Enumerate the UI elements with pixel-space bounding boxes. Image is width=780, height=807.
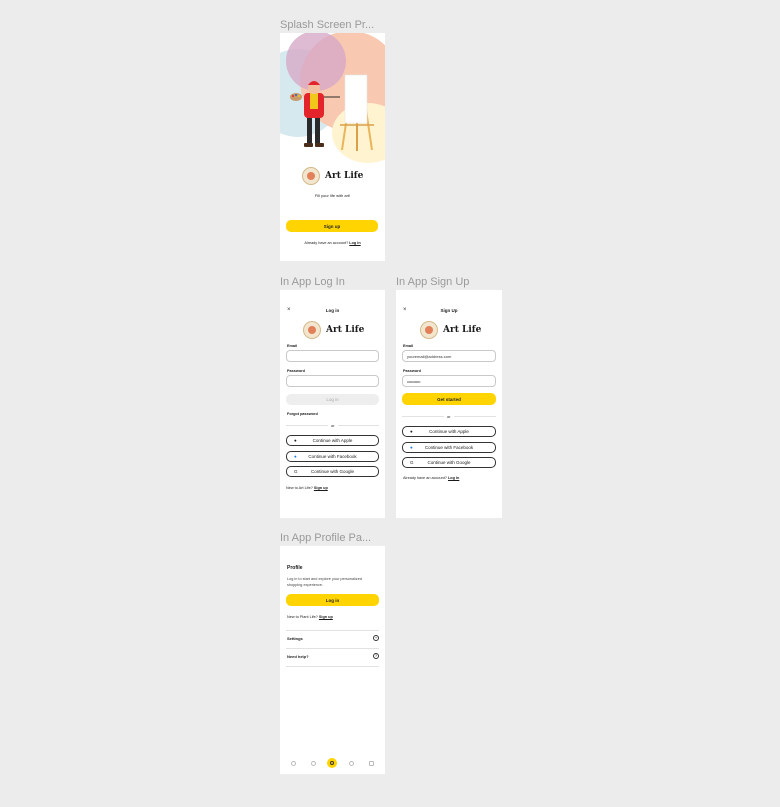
- divider: [286, 666, 379, 667]
- continue-apple-button[interactable]: ● Continue with Apple: [286, 435, 379, 446]
- apple-icon: ●: [410, 428, 413, 434]
- account-prompt: Already have an account?: [304, 241, 349, 245]
- signup-button[interactable]: Sign up: [286, 220, 378, 232]
- have-account-row: Already have an account? Log In: [403, 476, 459, 480]
- password-label: Password: [403, 369, 421, 373]
- google-icon: G: [294, 468, 298, 474]
- email-label: Email: [403, 344, 414, 348]
- continue-google-label: Continue with Google: [310, 469, 355, 474]
- signup-logo: Art Life: [420, 321, 481, 339]
- continue-facebook-button[interactable]: ● Continue with Facebook: [402, 442, 496, 453]
- logo-icon: [420, 321, 438, 339]
- have-account-prompt: Already have an account?: [403, 476, 447, 480]
- login-link[interactable]: Log In: [349, 241, 360, 245]
- tag-icon[interactable]: [349, 761, 354, 766]
- brand-name: Art Life: [325, 171, 364, 181]
- signup-link[interactable]: Sign up: [319, 615, 333, 619]
- apple-icon: ●: [294, 437, 297, 443]
- continue-facebook-label: Continue with Facebook: [308, 454, 357, 459]
- tagline: Fill your life with art!: [314, 193, 351, 198]
- profile-icon[interactable]: [327, 758, 337, 768]
- new-user-row: New to Art Life? Sign up: [286, 486, 328, 490]
- continue-facebook-label: Continue with Facebook: [424, 445, 474, 450]
- divider: [286, 648, 379, 649]
- password-field[interactable]: ••••••••••••: [402, 375, 496, 387]
- email-field[interactable]: youremail@address.com: [402, 350, 496, 362]
- settings-label: Settings: [287, 636, 303, 641]
- heart-icon[interactable]: [311, 761, 316, 766]
- login-title: Log in: [325, 308, 340, 313]
- login-logo: Art Life: [303, 321, 364, 339]
- account-prompt-row: Already have an account? Log In: [280, 241, 385, 245]
- help-icon: ?: [373, 653, 379, 659]
- new-user-row: New to Plant Life? Sign up: [287, 615, 333, 619]
- profile-title: Profile: [287, 565, 303, 571]
- email-field[interactable]: [286, 350, 379, 362]
- facebook-icon: ●: [410, 444, 413, 450]
- continue-google-button[interactable]: G Continue with Google: [402, 457, 496, 468]
- signup-title: Sign Up: [440, 308, 458, 313]
- brand-name: Art Life: [443, 325, 482, 335]
- frame-label-signup: In App Sign Up: [396, 276, 470, 288]
- signup-screen: × Sign Up Art Life Email youremail@addre…: [396, 290, 502, 518]
- brand-name: Art Life: [326, 325, 365, 335]
- splash-screen: Art Life Fill your life with art! Sign u…: [280, 33, 385, 261]
- frame-label-profile: In App Profile Pa...: [280, 532, 372, 544]
- or-label: or: [444, 414, 454, 419]
- logo-icon: [302, 167, 320, 185]
- profile-screen: Profile Log in to start and explore your…: [280, 546, 385, 774]
- get-started-button[interactable]: Get started: [402, 393, 496, 405]
- splash-logo: Art Life: [302, 167, 363, 185]
- help-label: Need help?: [287, 654, 309, 659]
- login-button[interactable]: Log in: [286, 394, 379, 405]
- continue-apple-label: Continue with Apple: [429, 429, 469, 434]
- forgot-password-link[interactable]: Forgot password: [287, 412, 318, 416]
- bag-icon[interactable]: [369, 761, 374, 766]
- frame-label-login: In App Log In: [280, 276, 345, 288]
- or-label: or: [328, 423, 338, 428]
- email-label: Email: [287, 344, 298, 348]
- facebook-icon: ●: [294, 453, 297, 459]
- continue-apple-label: Continue with Apple: [312, 438, 353, 443]
- login-screen: × Log in Art Life Email Password Log in …: [280, 290, 385, 518]
- continue-apple-button[interactable]: ● Continue with Apple: [402, 426, 496, 437]
- home-icon[interactable]: [291, 761, 296, 766]
- logo-icon: [303, 321, 321, 339]
- new-user-prompt: New to Art Life?: [286, 486, 313, 490]
- continue-google-label: Continue with Google: [427, 460, 471, 465]
- continue-google-button[interactable]: G Continue with Google: [286, 466, 379, 477]
- splash-illustration: [280, 33, 385, 163]
- password-label: Password: [287, 369, 305, 373]
- continue-facebook-button[interactable]: ● Continue with Facebook: [286, 451, 379, 462]
- login-link[interactable]: Log In: [448, 476, 459, 480]
- settings-row[interactable]: Settings +: [286, 633, 379, 645]
- google-icon: G: [410, 459, 414, 465]
- settings-gear-icon: +: [373, 635, 379, 641]
- password-field[interactable]: [286, 375, 379, 387]
- help-row[interactable]: Need help? ?: [286, 651, 379, 663]
- divider: [286, 630, 379, 631]
- frame-label-splash: Splash Screen Pr...: [280, 19, 375, 31]
- signup-link[interactable]: Sign up: [314, 486, 328, 490]
- login-button[interactable]: Log in: [286, 594, 379, 606]
- new-user-prompt: New to Plant Life?: [287, 615, 318, 619]
- profile-description: Log in to start and explore your persona…: [287, 577, 362, 587]
